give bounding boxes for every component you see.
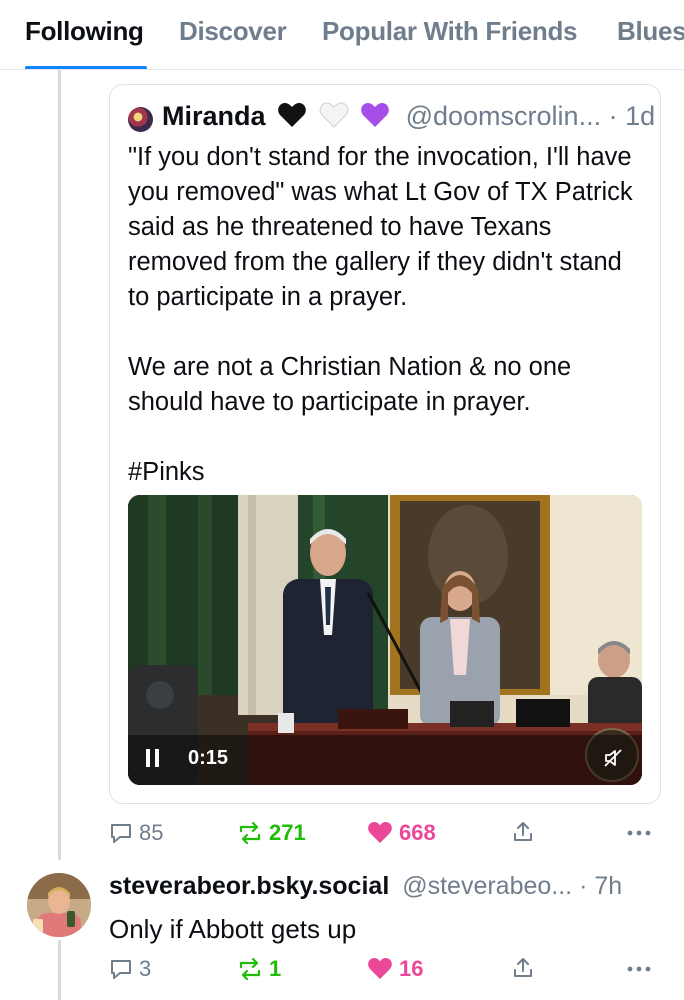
- reply-author-avatar[interactable]: [27, 873, 91, 937]
- more-options-icon: [627, 830, 651, 836]
- repost-button[interactable]: 1: [237, 956, 281, 982]
- repost-count: 271: [269, 820, 306, 845]
- reply-icon: [111, 824, 131, 843]
- quoted-post-header: Miranda @doomscrolin... · 1d: [162, 101, 655, 132]
- reply-author-name[interactable]: steverabeor.bsky.social: [109, 872, 389, 900]
- like-count: 16: [399, 956, 424, 981]
- post-paragraph: We are not a Christian Nation & no one s…: [128, 353, 572, 416]
- hashtag-link[interactable]: #Pinks: [128, 455, 648, 490]
- repost-button[interactable]: 271: [237, 820, 306, 846]
- avatar-image: [27, 873, 91, 937]
- video-player[interactable]: 0:15: [128, 495, 642, 785]
- share-button[interactable]: [511, 956, 535, 980]
- reply-post-header: steverabeor.bsky.social @steverabeo... ·…: [109, 872, 622, 901]
- video-timestamp: 0:15: [188, 747, 229, 769]
- quoted-author-avatar[interactable]: [128, 107, 153, 132]
- thread-connector-line: [58, 940, 61, 1000]
- video-controls: 0:15: [128, 733, 642, 785]
- more-options-button[interactable]: [625, 820, 653, 844]
- pause-icon[interactable]: [146, 749, 160, 767]
- purple-heart-icon: [361, 103, 389, 127]
- reply-post-time[interactable]: · 7h: [579, 872, 622, 900]
- tab-discover[interactable]: Discover: [179, 16, 287, 47]
- heart-filled-icon: [368, 822, 392, 843]
- feed-tabs: Following Discover Popular With Friends …: [0, 0, 684, 70]
- share-icon: [514, 822, 532, 841]
- quoted-author-handle[interactable]: @doomscrolin...: [406, 101, 601, 131]
- share-icon: [514, 958, 532, 977]
- reply-count: 3: [139, 956, 152, 981]
- more-options-icon: [627, 966, 651, 972]
- reply-count: 85: [139, 820, 164, 845]
- post-paragraph: "If you don't stand for the invocation, …: [128, 143, 633, 311]
- heart-filled-icon: [368, 958, 392, 979]
- reply-post-text: Only if Abbott gets up: [109, 914, 357, 944]
- repost-icon: [239, 957, 261, 981]
- reply-button[interactable]: 3: [109, 956, 151, 982]
- white-heart-icon: [319, 102, 348, 128]
- reply-button[interactable]: 85: [109, 820, 163, 846]
- post-action-bar: 85 271 668: [109, 814, 669, 854]
- post-action-bar: 3 1 16: [109, 950, 669, 990]
- muted-speaker-icon[interactable]: [602, 747, 624, 769]
- like-count: 668: [399, 820, 436, 845]
- tab-popular-with-friends[interactable]: Popular With Friends: [322, 16, 578, 47]
- repost-icon: [239, 821, 261, 845]
- quoted-author-name[interactable]: Miranda: [162, 101, 266, 131]
- quoted-post-time[interactable]: · 1d: [609, 101, 656, 131]
- repost-count: 1: [269, 956, 282, 981]
- tab-blues[interactable]: Blues: [617, 16, 684, 47]
- tab-following[interactable]: Following: [25, 16, 144, 47]
- reply-icon: [111, 960, 131, 979]
- thread-connector-line: [58, 70, 61, 860]
- reply-author-handle[interactable]: @steverabeo...: [402, 872, 572, 900]
- like-button[interactable]: 668: [367, 820, 436, 846]
- quoted-post-text: "If you don't stand for the invocation, …: [128, 140, 648, 490]
- active-tab-indicator: [25, 66, 147, 69]
- black-heart-icon: [278, 103, 306, 127]
- share-button[interactable]: [511, 820, 535, 844]
- like-button[interactable]: 16: [367, 956, 423, 982]
- quoted-post-card[interactable]: Miranda @doomscrolin... · 1d "If you don…: [109, 84, 661, 804]
- more-options-button[interactable]: [625, 956, 653, 980]
